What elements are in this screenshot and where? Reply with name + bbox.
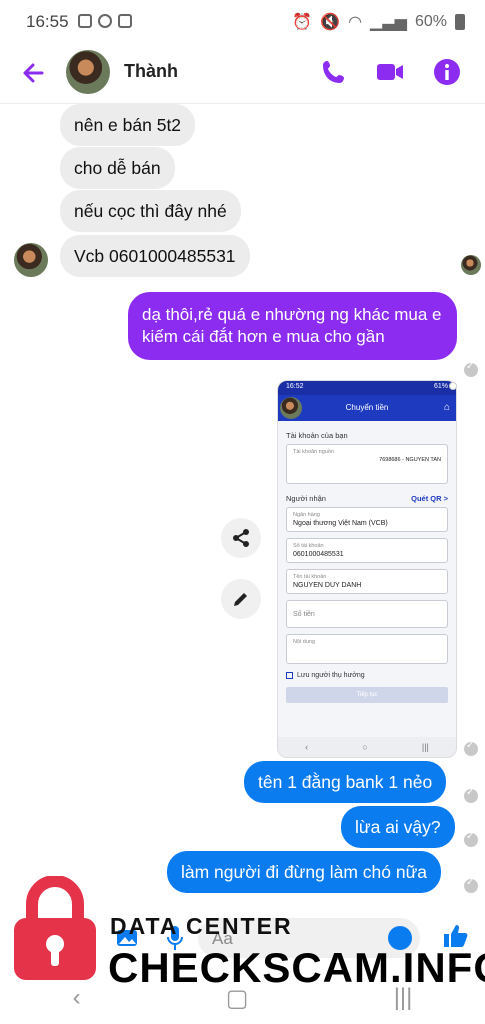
shot-recipient-row: Người nhận Quét QR > xyxy=(286,494,448,503)
phone-icon[interactable] xyxy=(318,56,350,88)
incoming-message[interactable]: nếu cọc thì đây nhé xyxy=(60,190,241,232)
watermark-subtitle: DATA CENTER xyxy=(110,913,293,939)
edit-button[interactable] xyxy=(221,579,261,619)
edit-icon xyxy=(234,593,247,606)
shot-your-account-label: Tài khoản của bạn xyxy=(286,431,348,440)
shot-save-row: Lưu người thụ hưởng xyxy=(286,672,448,679)
shot-caption: Nội dung xyxy=(293,639,316,645)
notification-icons xyxy=(78,14,132,28)
battery-icon xyxy=(455,14,465,30)
messenger-icon xyxy=(98,14,112,28)
status-right: ⏰ 🔇 ◠ ▁▃▅ 60% xyxy=(292,12,465,32)
shot-navbar: ‹ ○ ||| xyxy=(278,737,456,757)
incoming-message[interactable]: nên e bán 5t2 xyxy=(60,104,196,146)
info-icon[interactable] xyxy=(431,56,463,88)
share-button[interactable] xyxy=(221,518,261,558)
shot-account-name-field: Tên tài khoản NGUYEN DUY DANH xyxy=(286,569,448,594)
shot-bank-field: Ngân hàng Ngoại thương Việt Nam (VCB) xyxy=(286,507,448,532)
message-icon xyxy=(78,14,92,28)
video-icon[interactable] xyxy=(374,56,406,88)
shot-value: Ngoại thương Việt Nam (VCB) xyxy=(293,520,388,527)
shot-amount-placeholder: Số tiền xyxy=(293,611,315,618)
shot-qr-link: Quét QR > xyxy=(411,494,448,503)
shot-content-field: Nội dung xyxy=(286,634,448,664)
contact-avatar[interactable] xyxy=(66,50,110,94)
shot-battery: 61% xyxy=(433,383,448,390)
shot-continue-button: Tiếp tục xyxy=(286,687,448,703)
seen-icon xyxy=(464,831,478,847)
shot-title: Chuyển tiền xyxy=(345,403,389,412)
shot-avatar xyxy=(280,397,302,419)
shot-value: 0601000485531 xyxy=(293,551,344,558)
mute-icon: 🔇 xyxy=(320,14,341,31)
nav-back-icon[interactable]: ‹ xyxy=(73,984,81,1012)
watermark-title: CHECKSCAM.INFO xyxy=(108,944,485,991)
shot-body: Tài khoản của bạn Tài khoản nguồn 769868… xyxy=(278,421,456,707)
gallery-notification-icon xyxy=(118,14,132,28)
battery-percent: 60% xyxy=(414,13,447,30)
sender-avatar[interactable] xyxy=(14,243,48,277)
shot-caption: Tài khoản nguồn xyxy=(293,449,334,455)
incoming-message[interactable]: cho dễ bán xyxy=(60,147,175,189)
contact-name[interactable]: Thành xyxy=(124,61,178,82)
shot-value: NGUYEN DUY DANH xyxy=(293,582,362,589)
incoming-message[interactable]: Vcb 0601000485531 xyxy=(60,235,250,277)
shot-account-number-field: Số tài khoản 0601000485531 xyxy=(286,538,448,563)
shot-home-icon: ○ xyxy=(362,742,368,752)
shot-checkbox xyxy=(286,672,293,679)
shot-value: 7698686 - NGUYEN TAN xyxy=(379,457,441,463)
shot-time: 16:52 xyxy=(286,383,304,390)
shot-header: Chuyển tiền ⌂ xyxy=(278,395,456,421)
seen-icon xyxy=(464,787,478,803)
shot-amount-field: Số tiền xyxy=(286,600,448,628)
outgoing-message[interactable]: tên 1 đằng bank 1 nẻo xyxy=(244,761,447,803)
shot-back-icon: ‹ xyxy=(305,742,309,752)
shot-caption: Số tài khoản xyxy=(293,543,324,549)
wifi-icon: ◠ xyxy=(348,14,363,31)
home-icon: ⌂ xyxy=(443,402,450,413)
seen-icon xyxy=(464,877,478,893)
shot-save-label: Lưu người thụ hưởng xyxy=(297,672,365,679)
status-time: 16:55 xyxy=(26,12,69,31)
arrow-back-icon[interactable] xyxy=(18,58,48,88)
outgoing-message[interactable]: lừa ai vậy? xyxy=(341,806,455,848)
share-icon xyxy=(233,529,249,547)
shot-caption: Tên tài khoản xyxy=(293,574,327,580)
chat-header: Thành xyxy=(0,44,485,104)
shot-recipient-label: Người nhận xyxy=(286,494,326,503)
signal-icon: ▁▃▅ xyxy=(370,14,407,31)
outgoing-message[interactable]: làm người đi đừng làm chó nữa xyxy=(167,851,442,893)
read-receipt-avatar xyxy=(461,255,481,275)
status-bar: 16:55 ⏰ 🔇 ◠ ▁▃▅ 60% xyxy=(0,0,485,44)
alarm-icon: ⏰ xyxy=(292,14,313,31)
shot-caption: Ngân hàng xyxy=(293,512,320,518)
outgoing-message[interactable]: dạ thôi,rẻ quá e nhường ng khác mua e ki… xyxy=(128,292,457,360)
lock-icon xyxy=(14,876,96,980)
shot-source-account: Tài khoản nguồn 7698686 - NGUYEN TAN xyxy=(286,444,448,484)
shared-image[interactable]: 16:52 61% Chuyển tiền ⌂ Tài khoản của bạ… xyxy=(277,380,457,758)
shot-recents-icon: ||| xyxy=(421,742,429,752)
seen-icon xyxy=(464,361,478,377)
shot-status-bar: 16:52 61% xyxy=(278,381,456,395)
image-status-dot xyxy=(449,382,457,390)
seen-icon xyxy=(464,740,478,756)
